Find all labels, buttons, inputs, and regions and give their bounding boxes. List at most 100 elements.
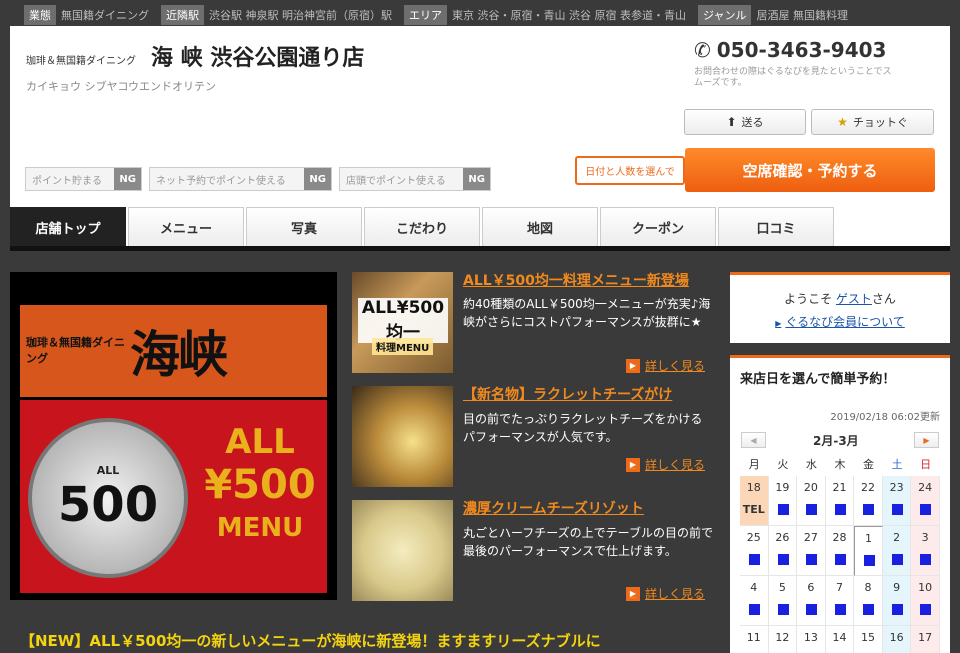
available-mark <box>920 554 932 565</box>
area-value[interactable]: 東京 渋谷・原宿・青山 渋谷 原宿 表参道・青山 <box>452 7 686 23</box>
station-value[interactable]: 渋谷駅 神泉駅 明治神宮前（原宿）駅 <box>209 7 392 23</box>
coin-graphic: ALL 500 <box>28 418 188 578</box>
phone-text: 050-3463-9403 <box>716 38 887 62</box>
calendar-day[interactable]: 27 <box>797 526 826 576</box>
coin-number: 500 <box>57 476 159 533</box>
day-number: 19 <box>775 481 790 494</box>
share-icon: ⬆ <box>726 115 737 129</box>
more-link[interactable]: ▶ 詳しく見る <box>626 456 705 473</box>
calendar-day[interactable]: 13 <box>797 626 826 653</box>
next-month-button[interactable]: ▶ <box>914 432 939 448</box>
calendar-day[interactable]: 15 <box>854 626 883 653</box>
hero-image[interactable]: 珈琲＆無国籍ダイニング 海峡 ALL 500 ALL ¥500 MENU <box>10 272 337 600</box>
tab-map[interactable]: 地図 <box>482 207 598 246</box>
send-button[interactable]: ⬆ 送る <box>684 109 806 135</box>
calendar-day[interactable]: 12 <box>769 626 798 653</box>
tab-shop-top[interactable]: 店舗トップ <box>10 207 126 246</box>
member-link[interactable]: ▶ ぐるなび会員について <box>730 313 950 330</box>
day-number: 17 <box>918 631 933 644</box>
feature-image[interactable] <box>352 500 453 601</box>
tab-coupon[interactable]: クーポン <box>600 207 716 246</box>
calendar-day[interactable]: 1 <box>854 526 883 576</box>
feature-desc: 丸ごとハーフチーズの上でテーブルの目の前で最後のパーフォーマンスで仕上げます。 <box>463 526 713 558</box>
more-link[interactable]: ▶ 詳しく見る <box>626 357 705 374</box>
day-number: 12 <box>775 631 790 644</box>
calendar-day[interactable]: 23 <box>882 476 912 526</box>
check-label: チョットぐ <box>852 116 908 129</box>
calendar-day[interactable]: 24 <box>911 476 940 526</box>
welcome-suffix: さん <box>871 292 896 306</box>
calendar-day[interactable]: 18 TEL <box>740 476 769 526</box>
business-type-value[interactable]: 無国籍ダイニング <box>61 7 149 23</box>
calendar-day[interactable]: 22 <box>854 476 883 526</box>
calendar-day[interactable]: 10 <box>911 576 940 626</box>
calendar-day[interactable]: 21 <box>825 476 855 526</box>
feature-desc: 約40種類のALL￥500均一メニューが充実♪海峡がさらにコストパフォーマンスが… <box>463 297 711 329</box>
calendar-day[interactable]: 14 <box>826 626 855 653</box>
hero-small-text: 珈琲＆無国籍ダイニング <box>26 336 125 365</box>
feature-image[interactable] <box>352 386 453 487</box>
feature-image[interactable]: ALL¥500均一 料理MENU <box>352 272 453 373</box>
day-number: 18 <box>746 481 761 494</box>
nav-tabs: 店舗トップ メニュー 写真 こだわり 地図 クーポン 口コミ <box>10 207 836 247</box>
day-number: 1 <box>865 532 873 545</box>
genre-value[interactable]: 居酒屋 無国籍料理 <box>756 7 848 23</box>
cheers-icon: ★ <box>837 115 848 129</box>
guest-link[interactable]: ゲスト <box>836 292 872 306</box>
point-status: NG <box>114 168 141 190</box>
date-hint: 日付と人数を選んで <box>575 156 691 185</box>
tab-menu[interactable]: メニュー <box>128 207 244 246</box>
phone-number[interactable]: ✆ 050-3463-9403 <box>694 38 886 62</box>
welcome-line: ようこそ ゲストさん <box>730 290 950 307</box>
day-number: 8 <box>864 581 872 594</box>
feature-image-text: ALL¥500均一 <box>358 298 448 343</box>
tab-features[interactable]: こだわり <box>364 207 480 246</box>
reserve-button[interactable]: 空席確認・予約する <box>685 148 935 192</box>
tab-divider <box>10 246 950 251</box>
more-link[interactable]: ▶ 詳しく見る <box>626 585 705 602</box>
calendar-day[interactable]: 7 <box>825 576 855 626</box>
day-number: 22 <box>861 481 876 494</box>
check-button[interactable]: ★ チョットぐ <box>811 109 934 135</box>
available-mark <box>834 604 846 615</box>
chevron-right-icon: ▶ <box>923 435 930 445</box>
calendar-day[interactable]: 19 <box>768 476 798 526</box>
available-mark <box>891 604 903 615</box>
promo-text: 【NEW】ALL￥500均一の新しいメニューが海峡に新登場！ますますリーズナブル… <box>20 632 601 650</box>
calendar-day[interactable]: 3 <box>911 526 940 576</box>
arrow-right-icon: ▶ <box>626 586 640 601</box>
feature-title[interactable]: ALL￥500均一料理メニュー新登場 <box>463 270 689 290</box>
station-tag: 近隣駅 <box>161 5 204 25</box>
tab-photos[interactable]: 写真 <box>246 207 362 246</box>
point-status: NG <box>463 168 490 190</box>
available-mark <box>863 504 875 515</box>
gold-all: ALL <box>225 422 295 462</box>
calendar-day[interactable]: 28 <box>825 526 855 576</box>
prev-month-button[interactable]: ◀ <box>741 432 766 448</box>
calendar-day[interactable]: 2 <box>882 526 912 576</box>
feature-title[interactable]: 【新名物】ラクレットチーズがけ <box>463 384 672 404</box>
shop-subtitle: 珈琲＆無国籍ダイニング <box>26 56 136 67</box>
feature-title[interactable]: 濃厚クリームチーズリゾット <box>463 498 644 518</box>
calendar-day[interactable]: 9 <box>882 576 912 626</box>
tab-reviews[interactable]: 口コミ <box>718 207 834 246</box>
calendar-day[interactable]: 25 <box>740 526 769 576</box>
weekday: 木 <box>834 458 846 471</box>
calendar-day[interactable]: 16 <box>882 626 912 653</box>
calendar-day[interactable]: 5 <box>768 576 798 626</box>
day-number: 3 <box>921 531 929 544</box>
reservation-calendar: 来店日を選んで簡単予約！ 2019/02/18 06:02更新 ◀ 2月-3月 … <box>730 355 950 653</box>
weekday-header: 月 火 水 木 金 土 日 <box>740 454 940 476</box>
calendar-day[interactable]: 17 <box>911 626 940 653</box>
weekday: 火 <box>777 458 789 471</box>
genre-tag: ジャンル <box>698 5 752 25</box>
day-number: 27 <box>803 531 818 544</box>
weekday: 水 <box>805 458 817 471</box>
calendar-day[interactable]: 26 <box>768 526 798 576</box>
available-mark <box>806 504 818 515</box>
calendar-day[interactable]: 8 <box>854 576 883 626</box>
calendar-day[interactable]: 6 <box>797 576 826 626</box>
calendar-day[interactable]: 4 <box>740 576 769 626</box>
calendar-day[interactable]: 11 <box>740 626 769 653</box>
calendar-day[interactable]: 20 <box>797 476 826 526</box>
